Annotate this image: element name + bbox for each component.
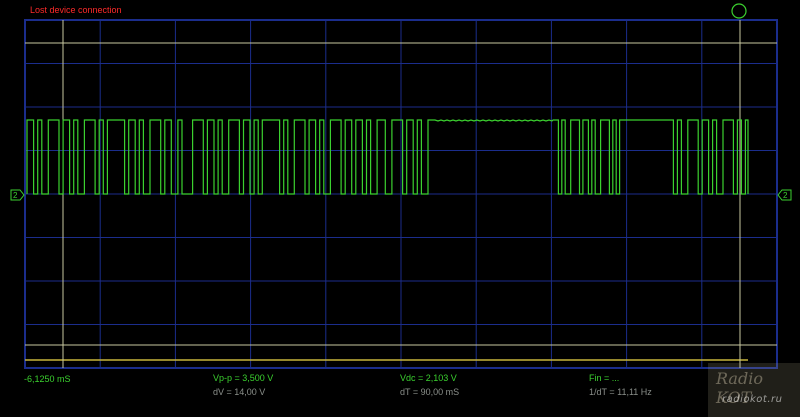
trigger-position-indicator[interactable] bbox=[731, 3, 747, 19]
trigger-marker-left[interactable]: 2 bbox=[10, 189, 25, 201]
trigger-channel-label-right: 2 bbox=[783, 191, 788, 200]
cursor-time-readout: -6,1250 mS bbox=[24, 374, 71, 384]
watermark-url: radiokot.ru bbox=[722, 394, 783, 405]
trigger-marker-right[interactable]: 2 bbox=[777, 189, 792, 201]
vdc-readout: Vdc = 2,103 V bbox=[400, 373, 457, 383]
oscilloscope-screen: 2 2 bbox=[10, 3, 792, 369]
signal-trace bbox=[26, 119, 749, 195]
vpp-readout: Vp-p = 3,500 V bbox=[213, 373, 274, 383]
inverse-dt-readout: 1/dT = 11,11 Hz bbox=[589, 387, 652, 397]
frequency-readout: Fin = ... bbox=[589, 373, 620, 383]
dt-readout: dT = 90,00 mS bbox=[400, 387, 460, 397]
connection-status-message: Lost device connection bbox=[30, 5, 122, 15]
watermark-logo: Radio KOT radiokot.ru bbox=[708, 363, 800, 417]
dv-readout: dV = 14,00 V bbox=[213, 387, 266, 397]
trigger-channel-label-left: 2 bbox=[13, 191, 18, 200]
